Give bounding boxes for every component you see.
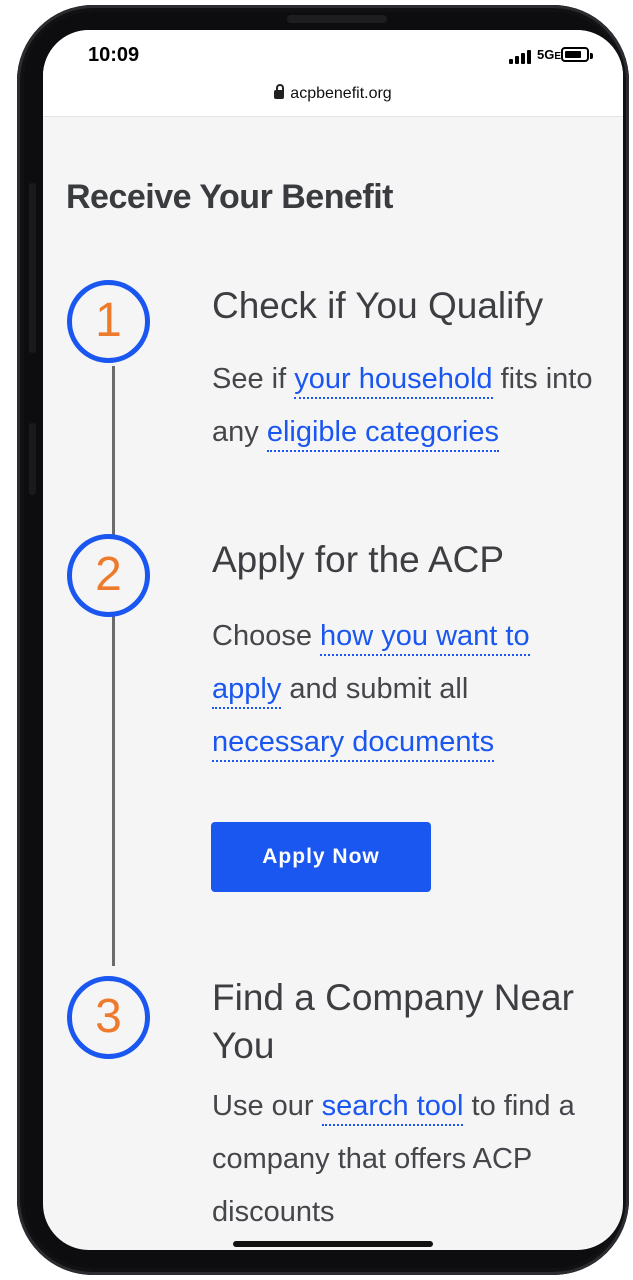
search-tool-link[interactable]: search tool (321, 1090, 464, 1126)
necessary-documents-link[interactable]: necessary documents (212, 726, 495, 762)
step-2-number: 2 (67, 534, 150, 617)
home-indicator[interactable] (233, 1241, 433, 1247)
step-3-title: Find a Company Near You (212, 977, 574, 1066)
step-3-description: Use our search tool to find a company th… (212, 1080, 602, 1239)
speaker-grille (287, 15, 387, 23)
step-2-text: and submit all (281, 673, 469, 705)
step-1-title: Check if You Qualify (212, 285, 544, 326)
page-title: Receive Your Benefit (66, 178, 393, 216)
battery-icon (561, 47, 593, 62)
volume-button (29, 183, 36, 353)
network-indicator: 5GE (537, 47, 562, 62)
step-3-text: Use our (212, 1090, 322, 1122)
step-1-text: See if (212, 363, 295, 395)
step-1-number: 1 (67, 280, 150, 363)
step-2-description: Choose how you want to apply and submit … (212, 610, 602, 769)
power-button (29, 423, 36, 495)
timeline-connector (112, 366, 115, 966)
step-2-text: Choose (212, 620, 321, 652)
apply-now-button[interactable]: Apply Now (211, 822, 431, 892)
step-3-number: 3 (67, 976, 150, 1059)
phone-screen: 10:09 5GE acpbenefit.org Receive Your Be… (43, 30, 623, 1250)
step-2-title: Apply for the ACP (212, 539, 505, 580)
your-household-link[interactable]: your household (294, 363, 493, 399)
status-time: 10:09 (88, 44, 140, 66)
signal-icon (509, 50, 535, 64)
lock-icon (274, 84, 285, 99)
status-bar: 10:09 5GE (43, 30, 623, 76)
eligible-categories-link[interactable]: eligible categories (266, 416, 499, 452)
url-text: acpbenefit.org (290, 85, 392, 102)
step-1-description: See if your household fits into any elig… (212, 353, 602, 459)
url-display[interactable]: acpbenefit.org (43, 84, 623, 103)
address-bar[interactable]: acpbenefit.org (43, 76, 623, 117)
